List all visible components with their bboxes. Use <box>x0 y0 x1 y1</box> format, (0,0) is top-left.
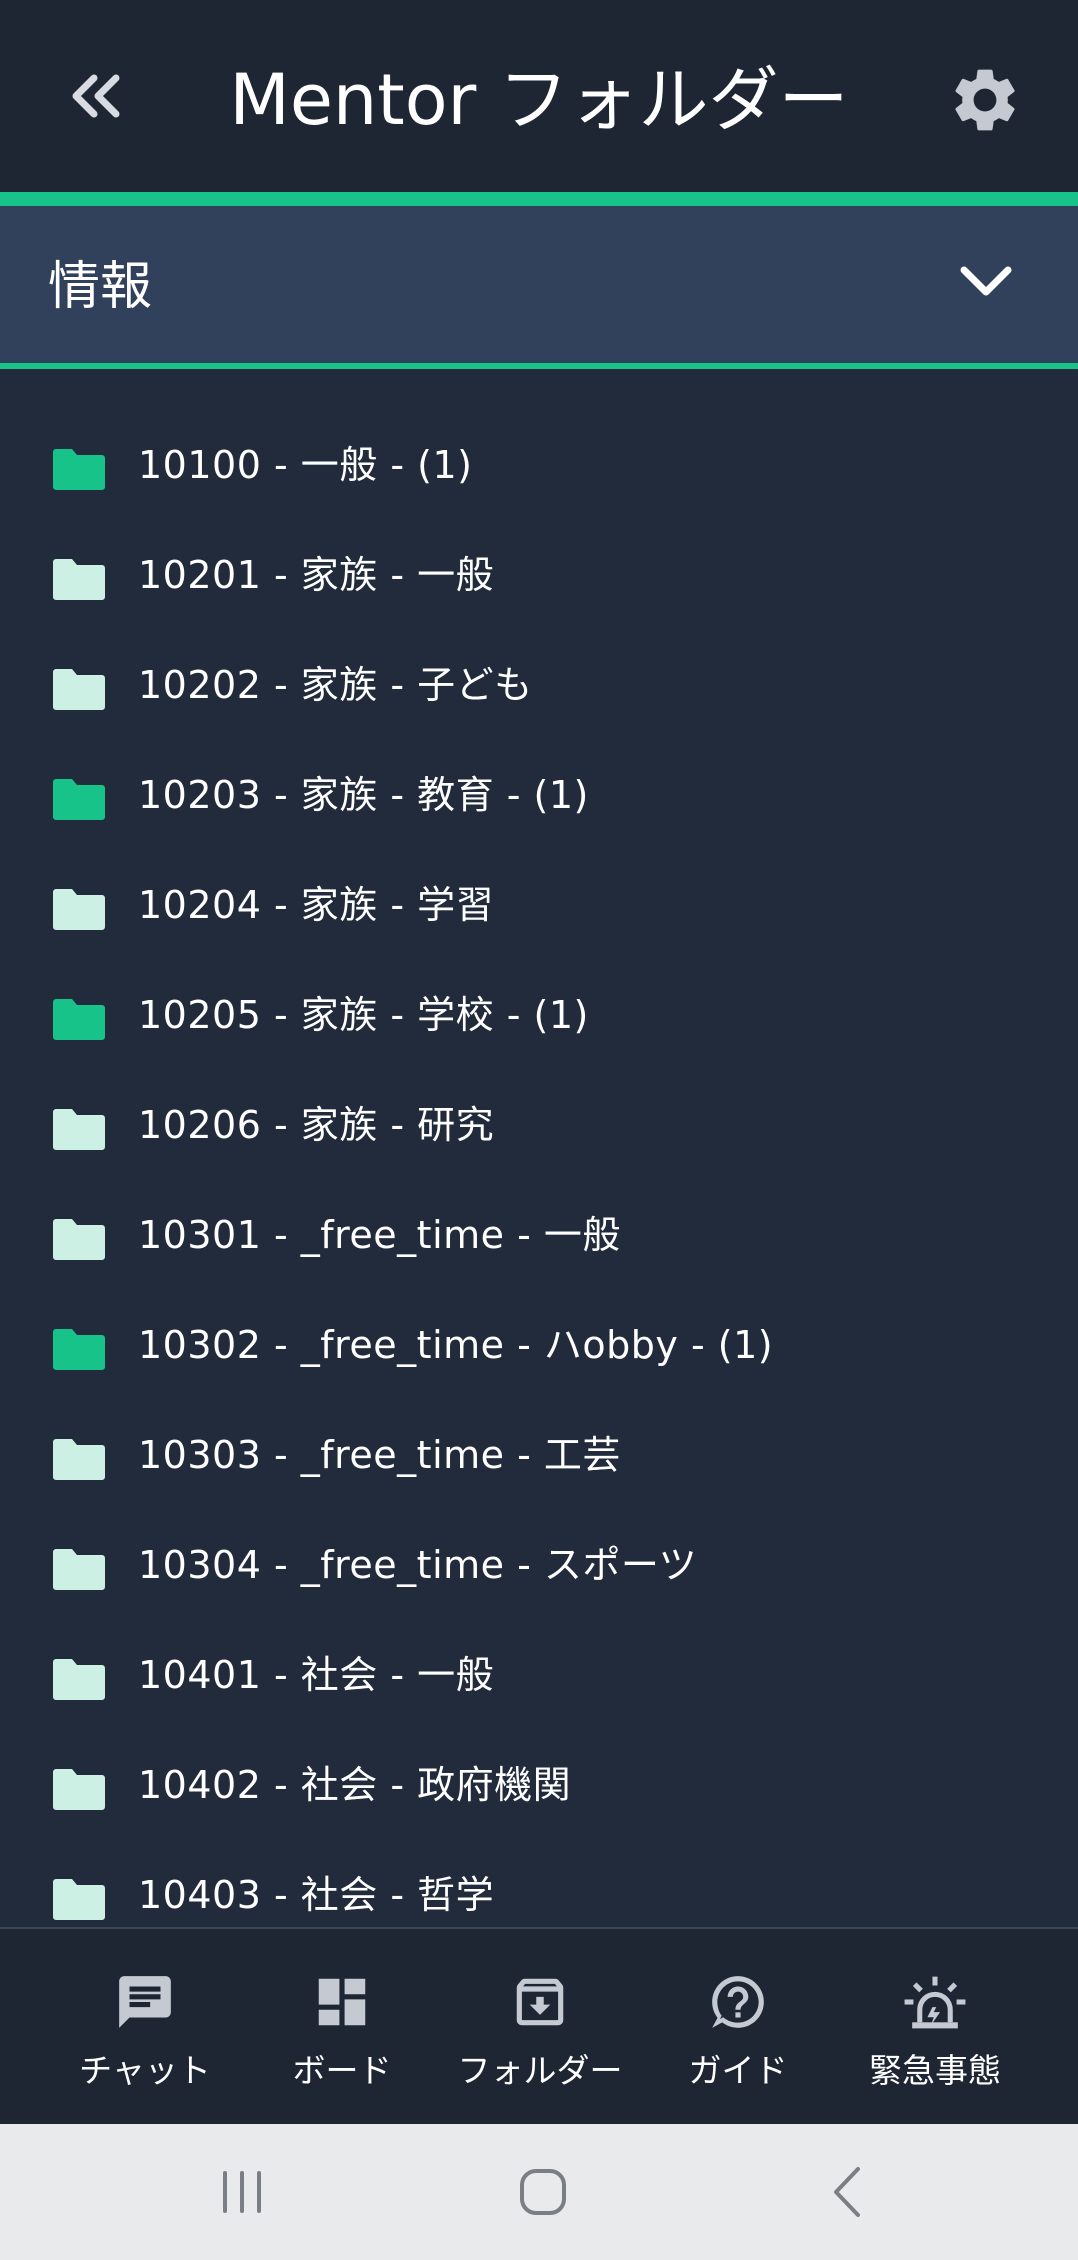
nav-chat[interactable]: チャット <box>55 1929 235 2126</box>
folder-icon <box>50 1326 108 1372</box>
gear-icon[interactable] <box>940 55 1030 145</box>
folder-icon <box>50 1216 108 1262</box>
nav-guide[interactable]: ガイド <box>648 1929 828 2126</box>
section-dropdown[interactable]: 情報 <box>0 206 1078 363</box>
nav-emergency-label: 緊急事態 <box>869 2051 1001 2090</box>
folder-name: 10100 - 一般 - (1) <box>138 443 473 487</box>
folder-row[interactable]: 10100 - 一般 - (1) <box>0 410 1078 520</box>
folder-name: 10202 - 家族 - 子ども <box>138 663 533 707</box>
back-icon[interactable] <box>818 2162 878 2222</box>
folder-icon <box>50 1546 108 1592</box>
folder-row[interactable]: 10202 - 家族 - 子ども <box>0 630 1078 740</box>
folder-icon <box>50 776 108 822</box>
folder-name: 10303 - _free_time - 工芸 <box>138 1433 621 1477</box>
nav-emergency[interactable]: 緊急事態 <box>845 1929 1025 2126</box>
folder-row[interactable]: 10402 - 社会 - 政府機関 <box>0 1730 1078 1840</box>
folder-row[interactable]: 10203 - 家族 - 教育 - (1) <box>0 740 1078 850</box>
nav-board[interactable]: ボード <box>252 1929 432 2126</box>
folder-icon <box>50 666 108 712</box>
bottom-nav: チャット ボード フォルダー ガイド 緊急事態 <box>0 1927 1078 2124</box>
folder-icon <box>50 446 108 492</box>
folder-icon <box>50 1436 108 1482</box>
nav-guide-label: ガイド <box>688 2051 788 2090</box>
home-icon[interactable] <box>513 2162 573 2222</box>
folder-name: 10302 - _free_time - ハobby - (1) <box>138 1323 774 1367</box>
siren-icon <box>900 1967 970 2037</box>
header-accent-bar <box>0 192 1078 206</box>
folder-row[interactable]: 10301 - _free_time - 一般 <box>0 1180 1078 1290</box>
archive-icon <box>505 1967 575 2037</box>
folder-row[interactable]: 10205 - 家族 - 学校 - (1) <box>0 960 1078 1070</box>
system-nav-bar <box>0 2124 1078 2260</box>
folder-icon <box>50 1656 108 1702</box>
folder-row[interactable]: 10302 - _free_time - ハobby - (1) <box>0 1290 1078 1400</box>
folder-icon <box>50 1876 108 1922</box>
folder-name: 10301 - _free_time - 一般 <box>138 1213 621 1257</box>
folder-icon <box>50 996 108 1042</box>
chat-icon <box>110 1967 180 2037</box>
folder-name: 10206 - 家族 - 研究 <box>138 1103 495 1147</box>
folder-name: 10203 - 家族 - 教育 - (1) <box>138 773 589 817</box>
chevron-down-icon[interactable] <box>958 262 1014 302</box>
folder-row[interactable]: 10206 - 家族 - 研究 <box>0 1070 1078 1180</box>
folder-name: 10401 - 社会 - 一般 <box>138 1653 495 1697</box>
folder-row[interactable]: 10303 - _free_time - 工芸 <box>0 1400 1078 1510</box>
folder-row[interactable]: 10201 - 家族 - 一般 <box>0 520 1078 630</box>
section-label: 情報 <box>48 257 153 317</box>
folder-name: 10201 - 家族 - 一般 <box>138 553 495 597</box>
nav-folder-label: フォルダー <box>457 2051 623 2090</box>
folder-icon <box>50 1766 108 1812</box>
folder-icon <box>50 556 108 602</box>
folder-name: 10304 - _free_time - スポーツ <box>138 1543 698 1587</box>
folder-icon <box>50 886 108 932</box>
dashboard-icon <box>307 1967 377 2037</box>
double-chevron-left-icon[interactable] <box>58 58 134 134</box>
nav-chat-label: チャット <box>79 2051 211 2090</box>
folder-row[interactable]: 10401 - 社会 - 一般 <box>0 1620 1078 1730</box>
folder-row[interactable]: 10403 - 社会 - 哲学 <box>0 1840 1078 1927</box>
folder-icon <box>50 1106 108 1152</box>
folder-name: 10204 - 家族 - 学習 <box>138 883 495 927</box>
folder-name: 10205 - 家族 - 学校 - (1) <box>138 993 589 1037</box>
folder-list: 10100 - 一般 - (1) 10201 - 家族 - 一般 10202 - 家… <box>0 410 1078 1927</box>
folder-row[interactable]: 10204 - 家族 - 学習 <box>0 850 1078 960</box>
folder-name: 10403 - 社会 - 哲学 <box>138 1873 495 1917</box>
folder-name: 10402 - 社会 - 政府機関 <box>138 1763 572 1807</box>
app-header: Mentor フォルダー <box>0 0 1078 192</box>
section-accent-bar <box>0 363 1078 369</box>
folder-row[interactable]: 10304 - _free_time - スポーツ <box>0 1510 1078 1620</box>
page-title: Mentor フォルダー <box>229 59 849 141</box>
recents-icon[interactable] <box>212 2162 272 2222</box>
help-icon <box>703 1967 773 2037</box>
nav-folder[interactable]: フォルダー <box>445 1929 635 2126</box>
nav-board-label: ボード <box>292 2051 392 2090</box>
